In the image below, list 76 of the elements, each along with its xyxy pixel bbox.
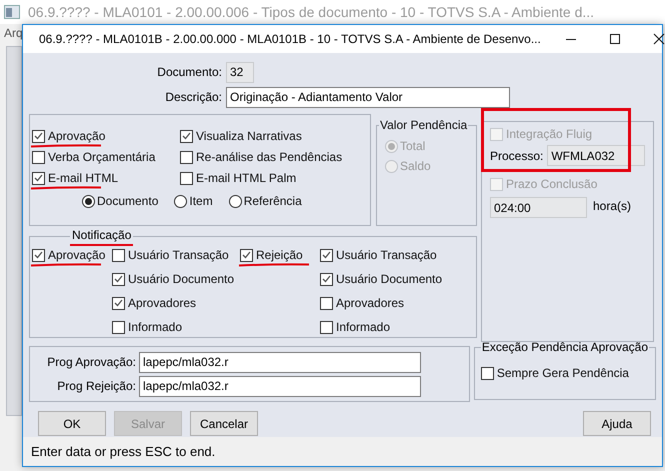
checkbox[interactable] — [180, 150, 193, 164]
checkbox-label: Usuário Transação — [336, 247, 437, 264]
checkbox-label: Prazo Conclusão — [506, 176, 598, 193]
checkbox-label: E-mail HTML Palm — [196, 170, 296, 187]
group-title: Exceção Pendência Aprovação — [480, 339, 649, 356]
checkbox-label: Informado — [336, 319, 390, 336]
field-label: Descrição: — [164, 89, 223, 106]
menu-item[interactable]: Arq — [4, 24, 23, 42]
checkbox-label: Usuário Transação — [128, 247, 229, 264]
checkbox-label: Verba Orçamentária — [48, 149, 156, 166]
checkbox-label: Usuário Documento — [336, 271, 442, 288]
unit-label: hora(s) — [593, 198, 632, 215]
field-label: Processo: — [490, 148, 544, 164]
check-icon — [242, 251, 251, 259]
checkbox[interactable] — [180, 130, 193, 142]
checkbox[interactable] — [240, 248, 253, 262]
checkbox-label: Aprovadores — [128, 295, 196, 312]
checkbox-label: Aprovadores — [336, 295, 404, 312]
checkbox-label: Re-análise das Pendências — [196, 149, 342, 166]
check-icon — [34, 251, 43, 259]
input-field[interactable]: 32 — [226, 62, 254, 82]
radio-label: Total — [400, 138, 426, 155]
checkbox[interactable] — [32, 172, 45, 184]
radio-label: Documento — [97, 193, 158, 210]
input-field[interactable]: lapepc/mla032.r — [139, 376, 421, 396]
checkbox[interactable] — [320, 320, 333, 334]
field-label: Documento: — [156, 64, 223, 81]
field-label: Prog Rejeição: — [56, 378, 137, 395]
field-label: Prog Aprovação: — [46, 354, 137, 371]
input-field[interactable]: lapepc/mla032.r — [139, 352, 421, 372]
window-title: 06.9.???? - MLA0101 - 2.00.00.006 - Tipos de documento - 10 - TOTVS S.A - Ambiente d... — [28, 2, 594, 22]
radio-button[interactable] — [82, 194, 95, 208]
checkbox-label: Usuário Documento — [128, 271, 234, 288]
checkbox-label: Informado — [128, 319, 182, 336]
check-icon — [114, 299, 123, 307]
checkbox[interactable] — [112, 272, 125, 286]
radio-label: Item — [189, 193, 213, 210]
maximize-icon[interactable] — [608, 33, 621, 45]
radio-button[interactable] — [228, 194, 242, 208]
checkbox[interactable] — [112, 248, 125, 262]
radio-label: Referência — [244, 193, 302, 210]
checkbox-label: Aprovação — [48, 247, 106, 264]
close-icon[interactable] — [652, 33, 665, 45]
radio-label: Saldo — [400, 158, 431, 175]
checkbox-label: Integração Fluig — [506, 126, 592, 143]
check-icon — [322, 251, 331, 259]
checkbox-label: Visualiza Narrativas — [196, 128, 302, 145]
window-title: 06.9.???? - MLA0101B - 2.00.00.000 - MLA0101B - 10 - TOTVS S.A - Ambiente de Desenvo... — [39, 31, 541, 48]
group-title: Valor Pendência — [379, 117, 468, 134]
checkbox[interactable] — [32, 130, 45, 142]
checkbox[interactable] — [112, 320, 125, 334]
checkbox[interactable] — [32, 150, 45, 164]
checkbox[interactable] — [480, 366, 494, 380]
check-icon — [34, 132, 43, 140]
check-icon — [114, 275, 123, 283]
checkbox[interactable] — [320, 248, 333, 262]
group-title: Notificação — [70, 226, 134, 246]
check-icon — [182, 132, 191, 140]
checkbox[interactable] — [112, 296, 125, 310]
dialog-button[interactable]: OK — [38, 411, 106, 436]
check-icon — [322, 275, 331, 283]
status-bar: Enter data or press ESC to end. — [23, 437, 662, 466]
dialog-button[interactable]: Ajuda — [583, 411, 651, 436]
checkbox[interactable] — [32, 248, 45, 262]
checkbox-label: Rejeição — [256, 247, 303, 264]
checkbox[interactable] — [180, 172, 193, 184]
dialog-button[interactable]: Cancelar — [190, 411, 258, 436]
input-field[interactable]: Originação - Adiantamento Valor — [226, 86, 510, 108]
checkbox[interactable] — [320, 296, 333, 310]
checkbox-label: Sempre Gera Pendência — [496, 365, 629, 382]
checkbox-label: Aprovação — [48, 128, 106, 145]
checkbox-label: E-mail HTML — [48, 170, 118, 187]
checkbox[interactable] — [320, 272, 333, 286]
app-icon — [4, 5, 20, 19]
radio-button[interactable] — [174, 194, 188, 208]
check-icon — [34, 174, 43, 182]
